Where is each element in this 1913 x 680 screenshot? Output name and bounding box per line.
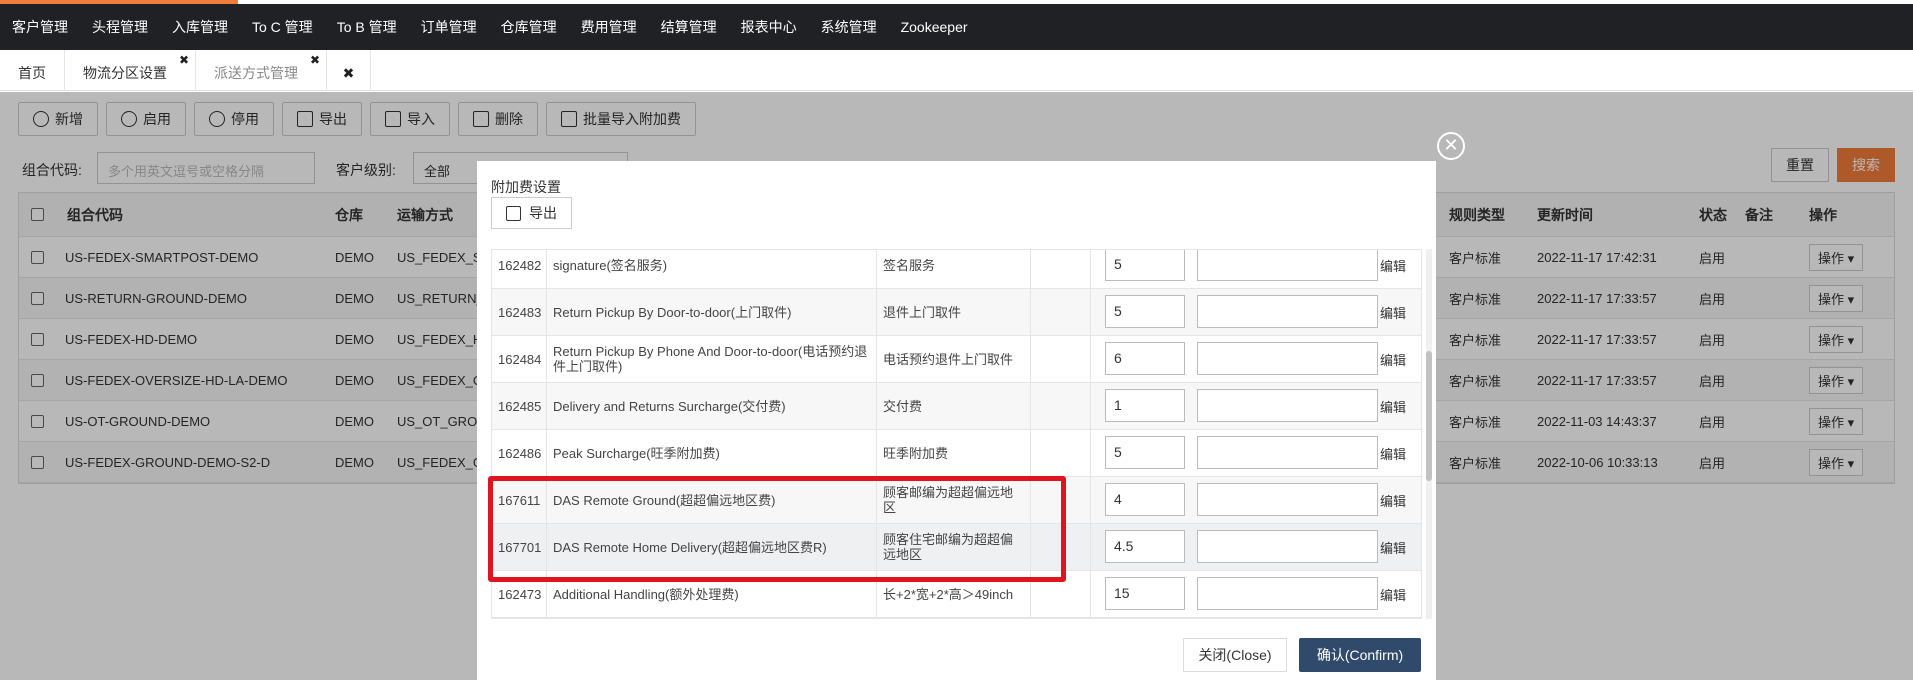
surcharge-row: 162483 Return Pickup By Door-to-door(上门取…: [492, 289, 1421, 336]
nav-item-tob[interactable]: To B 管理: [325, 4, 409, 50]
cell-name: signature(签名服务): [547, 250, 877, 288]
surcharge-row: 162484 Return Pickup By Phone And Door-t…: [492, 336, 1421, 383]
nav-item-toc[interactable]: To C 管理: [240, 4, 325, 50]
close-icon[interactable]: ✖: [179, 54, 189, 66]
cell-blank: [1031, 336, 1091, 382]
surcharge-remark-input[interactable]: [1197, 436, 1378, 469]
cell-name: Return Pickup By Phone And Door-to-door(…: [547, 336, 877, 382]
tab-delivery-method[interactable]: 派送方式管理 ✖: [196, 50, 327, 91]
scrollbar-thumb[interactable]: [1426, 351, 1432, 481]
top-navigation: 客户管理 头程管理 入库管理 To C 管理 To B 管理 订单管理 仓库管理…: [0, 4, 1913, 50]
surcharge-remark-input[interactable]: [1197, 530, 1378, 563]
cell-blank: [1031, 250, 1091, 288]
cell-blank: [1031, 383, 1091, 429]
surcharge-value-input[interactable]: 1: [1105, 389, 1185, 422]
surcharge-settings-modal: 附加费设置 导出 162482 signature(签名服务) 签名服务 5 编…: [477, 161, 1436, 680]
page-tabs: 首页 物流分区设置 ✖ 派送方式管理 ✖ ✖: [0, 50, 1913, 91]
export-icon: [506, 205, 521, 221]
nav-item-fees[interactable]: 费用管理: [569, 4, 649, 50]
modal-close-icon[interactable]: ✕: [1437, 132, 1465, 160]
nav-item-reports[interactable]: 报表中心: [729, 4, 809, 50]
tab-label: 首页: [18, 65, 46, 81]
surcharge-value-input[interactable]: 4: [1105, 483, 1185, 516]
surcharge-value-input[interactable]: 15: [1105, 577, 1185, 610]
cell-desc: 交付费: [877, 383, 1031, 429]
close-button[interactable]: 关闭(Close): [1183, 638, 1287, 672]
cell-desc: 旺季附加费: [877, 430, 1031, 476]
cell-blank: [1031, 289, 1091, 335]
surcharge-row: 162482 signature(签名服务) 签名服务 5 编辑: [492, 250, 1421, 289]
edit-link[interactable]: 编辑: [1380, 289, 1406, 335]
surcharge-value-input[interactable]: 5: [1105, 295, 1185, 328]
close-icon[interactable]: ✖: [310, 54, 320, 66]
edit-link[interactable]: 编辑: [1380, 524, 1406, 570]
surcharge-remark-input[interactable]: [1197, 389, 1378, 422]
edit-link[interactable]: 编辑: [1380, 383, 1406, 429]
surcharge-row: 162485 Delivery and Returns Surcharge(交付…: [492, 383, 1421, 430]
tab-logistics-zone[interactable]: 物流分区设置 ✖: [65, 50, 196, 91]
surcharge-remark-input[interactable]: [1197, 577, 1378, 610]
edit-link[interactable]: 编辑: [1380, 250, 1406, 288]
nav-item-customer[interactable]: 客户管理: [0, 4, 80, 50]
cell-name: Return Pickup By Door-to-door(上门取件): [547, 289, 877, 335]
cell-id: 162485: [492, 383, 547, 429]
confirm-button[interactable]: 确认(Confirm): [1299, 638, 1421, 672]
nav-item-warehouse[interactable]: 仓库管理: [489, 4, 569, 50]
surcharge-remark-input[interactable]: [1197, 342, 1378, 375]
surcharge-remark-input[interactable]: [1197, 250, 1378, 281]
edit-link[interactable]: 编辑: [1380, 336, 1406, 382]
modal-scrollbar[interactable]: [1426, 249, 1432, 619]
tab-home[interactable]: 首页: [0, 50, 65, 91]
tab-label: 物流分区设置: [83, 65, 167, 81]
edit-link[interactable]: 编辑: [1380, 430, 1406, 476]
surcharge-remark-input[interactable]: [1197, 483, 1378, 516]
tab-label: 派送方式管理: [214, 65, 298, 81]
cell-id: 162482: [492, 250, 547, 288]
nav-item-inbound[interactable]: 入库管理: [160, 4, 240, 50]
nav-item-first-mile[interactable]: 头程管理: [80, 4, 160, 50]
surcharge-row: 162486 Peak Surcharge(旺季附加费) 旺季附加费 5 编辑: [492, 430, 1421, 477]
cell-id: 162483: [492, 289, 547, 335]
edit-link[interactable]: 编辑: [1380, 571, 1406, 617]
cell-blank: [1031, 430, 1091, 476]
cell-desc: 签名服务: [877, 250, 1031, 288]
cell-id: 162486: [492, 430, 547, 476]
cell-name: Peak Surcharge(旺季附加费): [547, 430, 877, 476]
annotation-highlight-box: [488, 476, 1066, 582]
surcharge-value-input[interactable]: 5: [1105, 436, 1185, 469]
cell-id: 162484: [492, 336, 547, 382]
nav-item-system[interactable]: 系统管理: [809, 4, 889, 50]
modal-title: 附加费设置: [491, 179, 561, 195]
nav-item-orders[interactable]: 订单管理: [409, 4, 489, 50]
close-all-tabs-button[interactable]: ✖: [327, 50, 371, 91]
cell-name: Delivery and Returns Surcharge(交付费): [547, 383, 877, 429]
cell-desc: 退件上门取件: [877, 289, 1031, 335]
surcharge-value-input[interactable]: 5: [1105, 250, 1185, 281]
cell-desc: 电话预约退件上门取件: [877, 336, 1031, 382]
nav-item-zookeeper[interactable]: Zookeeper: [889, 4, 980, 50]
button-label: 导出: [529, 205, 557, 221]
nav-item-settlement[interactable]: 结算管理: [649, 4, 729, 50]
surcharge-remark-input[interactable]: [1197, 295, 1378, 328]
modal-export-button[interactable]: 导出: [491, 197, 572, 229]
edit-link[interactable]: 编辑: [1380, 477, 1406, 523]
surcharge-value-input[interactable]: 4.5: [1105, 530, 1185, 563]
surcharge-value-input[interactable]: 6: [1105, 342, 1185, 375]
